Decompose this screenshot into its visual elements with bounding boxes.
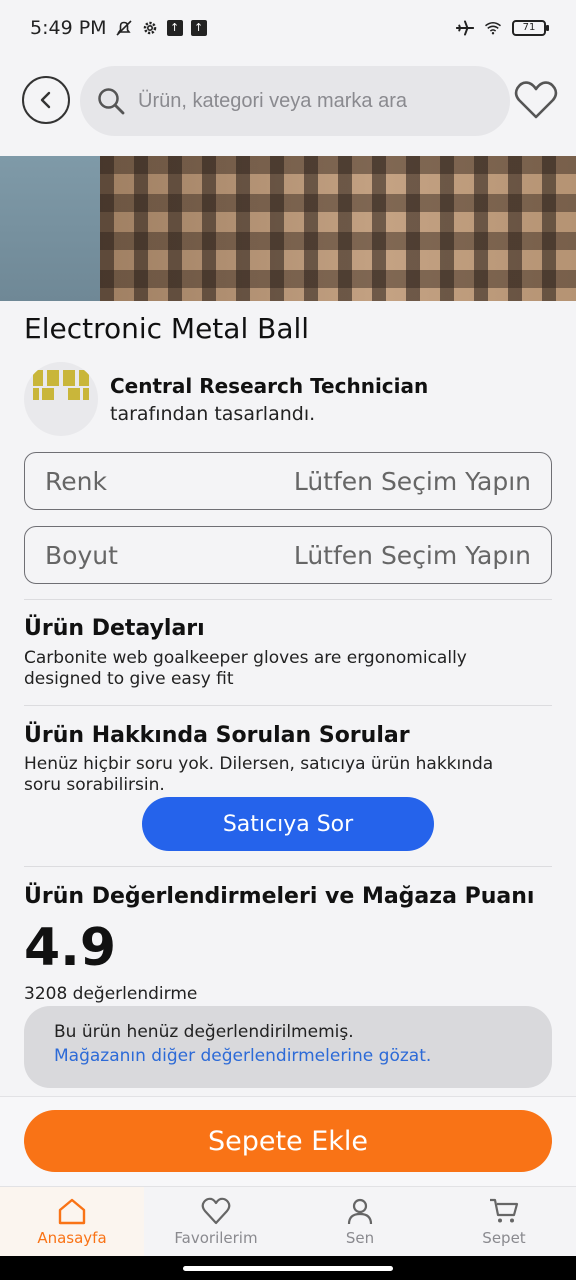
reviews-notice: Bu ürün henüz değerlendirilmemiş. Mağaza…: [24, 1006, 552, 1088]
nav-item-favorites[interactable]: Favorilerim: [144, 1187, 288, 1256]
search-placeholder: Ürün, kategori veya marka ara: [138, 89, 408, 112]
nav-label-cart: Sepet: [482, 1228, 526, 1247]
home-icon: [58, 1198, 86, 1224]
size-select-label: Boyut: [45, 540, 118, 570]
color-select[interactable]: Renk Lütfen Seçim Yapın: [24, 452, 552, 510]
rating-count: 3208 değerlendirme: [24, 984, 198, 1004]
battery-indicator: 71: [512, 20, 549, 36]
cart-bar: Sepete Ekle: [0, 1096, 576, 1186]
search-icon: [98, 88, 125, 115]
heart-icon: [201, 1197, 231, 1224]
airplane-icon: [456, 19, 474, 37]
upload-icon: ↑: [190, 20, 207, 36]
status-time: 5:49 PM: [30, 17, 107, 39]
nav-label-favorites: Favorilerim: [174, 1228, 258, 1247]
details-text: Carbonite web goalkeeper gloves are ergo…: [24, 648, 467, 689]
status-bar: 5:49 PM ↑ ↑ 71: [0, 0, 576, 56]
bell-off-icon: [115, 19, 133, 37]
favorite-button[interactable]: [514, 78, 558, 122]
size-select-value: Lütfen Seçim Yapın: [293, 540, 531, 570]
home-indicator[interactable]: [183, 1266, 393, 1271]
product-image[interactable]: [0, 156, 576, 301]
heart-icon: [514, 81, 558, 119]
ask-seller-button[interactable]: Satıcıya Sor: [142, 797, 434, 851]
header: Ürün, kategori veya marka ara: [0, 64, 576, 136]
chevron-left-icon: [40, 91, 51, 109]
image-building: [100, 156, 576, 301]
gear-icon: [141, 19, 159, 37]
brand-logo-icon: [33, 370, 89, 400]
nav-item-home[interactable]: Anasayfa: [0, 1187, 144, 1256]
details-title: Ürün Detayları: [24, 616, 205, 641]
avatar: [24, 362, 98, 436]
divider: [24, 866, 552, 867]
bottom-nav: Anasayfa Favorilerim Sen Sepet: [0, 1186, 576, 1256]
search-bar[interactable]: Ürün, kategori veya marka ara: [80, 66, 510, 136]
size-select[interactable]: Boyut Lütfen Seçim Yapın: [24, 526, 552, 584]
divider: [24, 705, 552, 706]
nav-label-profile: Sen: [345, 1228, 375, 1247]
back-button[interactable]: [22, 76, 70, 124]
designer-name: Central Research Technician: [110, 374, 429, 398]
nav-item-cart[interactable]: Sepet: [432, 1187, 576, 1256]
cart-icon: [490, 1198, 519, 1222]
nav-label-home: Anasayfa: [37, 1228, 107, 1247]
rating-score: 4.9: [24, 918, 117, 978]
nav-item-profile[interactable]: Sen: [288, 1187, 432, 1256]
reviews-notice-text: Bu ürün henüz değerlendirilmemiş.: [54, 1022, 354, 1042]
designer-info[interactable]: Central Research Technician tarafından t…: [24, 362, 544, 436]
upload-icon: ↑: [166, 20, 183, 36]
divider: [24, 599, 552, 600]
designer-suffix: tarafından tasarlandı.: [110, 403, 316, 425]
color-select-value: Lütfen Seçim Yapın: [293, 466, 531, 496]
product-title: Electronic Metal Ball: [24, 312, 310, 345]
system-home-bar: [0, 1256, 576, 1280]
person-icon: [347, 1198, 373, 1224]
add-to-cart-button[interactable]: Sepete Ekle: [24, 1110, 552, 1172]
wifi-icon: [484, 19, 502, 37]
reviews-title: Ürün Değerlendirmeleri ve Mağaza Puanı: [24, 884, 535, 909]
color-select-label: Renk: [45, 466, 107, 496]
store-reviews-link[interactable]: Mağazanın diğer değerlendirmelerine göza…: [54, 1046, 522, 1066]
questions-text: Henüz hiçbir soru yok. Dilersen, satıcıy…: [24, 754, 494, 795]
questions-title: Ürün Hakkında Sorulan Sorular: [24, 723, 410, 748]
